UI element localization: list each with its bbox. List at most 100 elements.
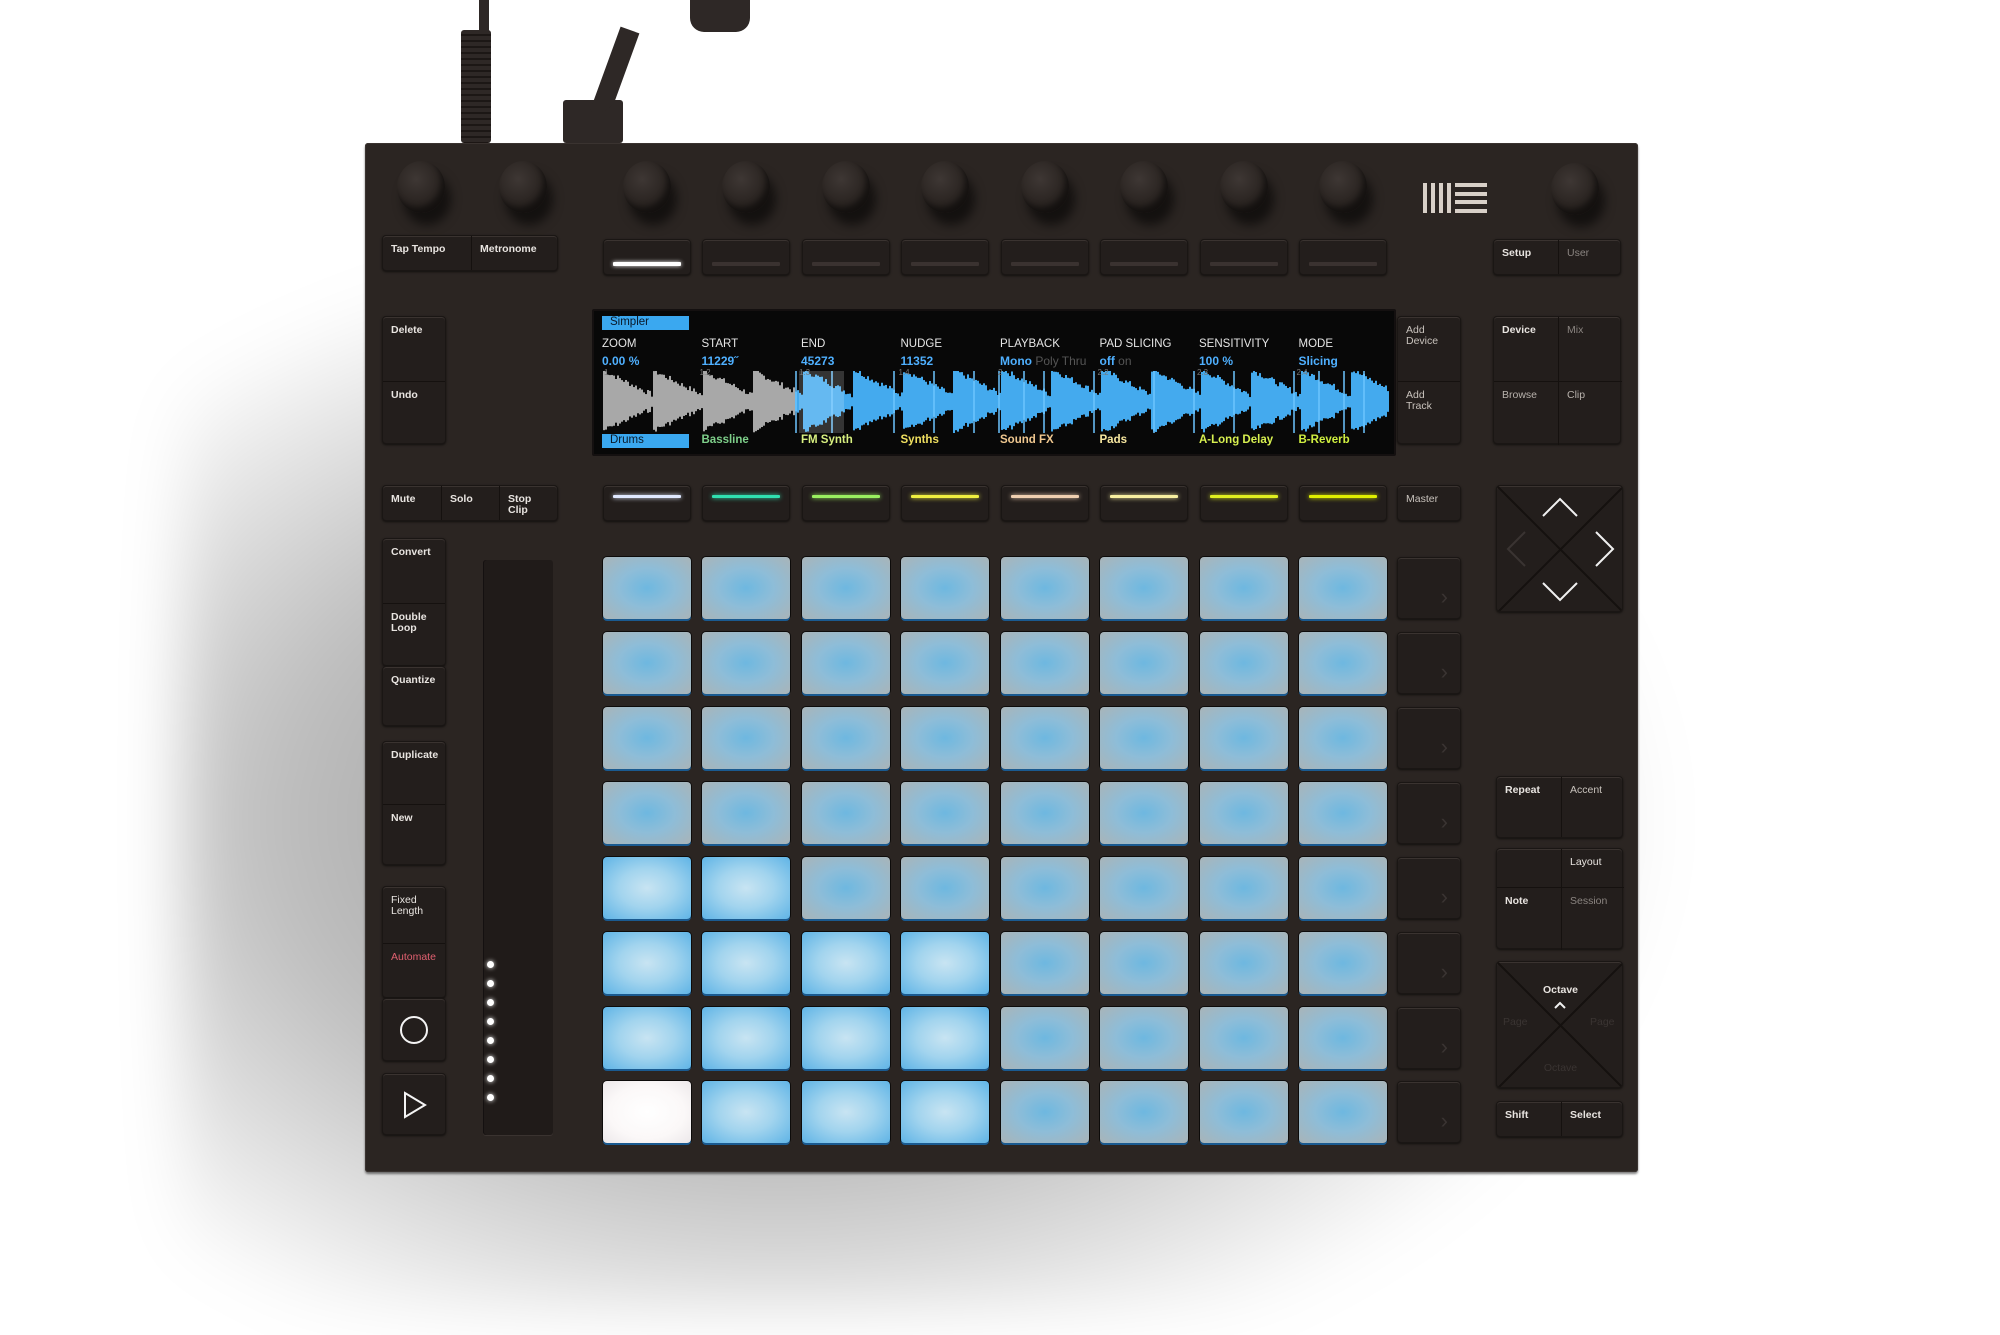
pad-r1-c1[interactable]: [603, 557, 691, 619]
tempo-knob[interactable]: [397, 161, 445, 213]
pad-r5-c4[interactable]: [901, 857, 989, 919]
pad-r2-c7[interactable]: [1200, 632, 1288, 694]
double-loop-button[interactable]: Double Loop: [383, 603, 445, 667]
upper-select-button-8[interactable]: [1299, 239, 1387, 275]
track-select-button-7[interactable]: [1200, 485, 1288, 521]
encoder-knob-5[interactable]: [1021, 161, 1069, 213]
scene-launch-button-6[interactable]: ›: [1397, 932, 1461, 994]
pad-r7-c1[interactable]: [603, 1007, 691, 1069]
scene-launch-button-8[interactable]: ›: [1397, 1081, 1461, 1143]
add-track-button[interactable]: Add Track: [1398, 381, 1460, 445]
pad-r8-c5[interactable]: [1001, 1081, 1089, 1143]
master-volume-knob[interactable]: [1551, 163, 1599, 215]
pad-r2-c5[interactable]: [1001, 632, 1089, 694]
page-right-button[interactable]: Page: [1574, 1002, 1622, 1049]
upper-select-button-2[interactable]: [702, 239, 790, 275]
pad-r1-c5[interactable]: [1001, 557, 1089, 619]
encoder-knob-6[interactable]: [1120, 161, 1168, 213]
track-select-button-3[interactable]: [802, 485, 890, 521]
pad-r6-c6[interactable]: [1100, 932, 1188, 994]
pad-r3-c1[interactable]: [603, 707, 691, 769]
pad-r5-c6[interactable]: [1100, 857, 1188, 919]
session-button[interactable]: Session: [1561, 887, 1624, 950]
setup-button[interactable]: Setup: [1494, 240, 1558, 274]
encoder-knob-1[interactable]: [623, 161, 671, 213]
stop-clip-button[interactable]: Stop Clip: [499, 486, 559, 520]
pad-r2-c4[interactable]: [901, 632, 989, 694]
pad-r2-c3[interactable]: [802, 632, 890, 694]
mute-button[interactable]: Mute: [383, 486, 441, 520]
device-button[interactable]: Device: [1494, 317, 1558, 381]
encoder-knob-8[interactable]: [1319, 161, 1367, 213]
pad-r8-c1[interactable]: [603, 1081, 691, 1143]
pad-r5-c2[interactable]: [702, 857, 790, 919]
pad-r7-c3[interactable]: [802, 1007, 890, 1069]
pad-r1-c6[interactable]: [1100, 557, 1188, 619]
upper-select-button-4[interactable]: [901, 239, 989, 275]
pad-r7-c4[interactable]: [901, 1007, 989, 1069]
record-button[interactable]: [382, 998, 446, 1061]
scene-launch-button-1[interactable]: ›: [1397, 557, 1461, 619]
add-device-button[interactable]: Add Device: [1398, 317, 1460, 381]
pad-r4-c1[interactable]: [603, 782, 691, 844]
pad-r3-c6[interactable]: [1100, 707, 1188, 769]
pad-r3-c4[interactable]: [901, 707, 989, 769]
duplicate-button[interactable]: Duplicate: [383, 742, 445, 804]
user-button[interactable]: User: [1558, 240, 1622, 274]
pad-r3-c3[interactable]: [802, 707, 890, 769]
select-button[interactable]: Select: [1561, 1102, 1624, 1136]
upper-select-button-7[interactable]: [1200, 239, 1288, 275]
undo-button[interactable]: Undo: [383, 381, 445, 445]
pad-r3-c7[interactable]: [1200, 707, 1288, 769]
layout-button[interactable]: Layout: [1561, 849, 1624, 887]
track-tab-selected[interactable]: Drums: [602, 434, 689, 448]
play-button[interactable]: [382, 1073, 446, 1135]
pad-r7-c2[interactable]: [702, 1007, 790, 1069]
quantize-button[interactable]: Quantize: [382, 666, 446, 726]
master-button[interactable]: Master: [1397, 485, 1461, 521]
pad-r7-c6[interactable]: [1100, 1007, 1188, 1069]
convert-button[interactable]: Convert: [383, 539, 445, 603]
blank-button[interactable]: [1497, 849, 1561, 887]
delete-button[interactable]: Delete: [383, 317, 445, 381]
new-button[interactable]: New: [383, 804, 445, 866]
pad-r3-c8[interactable]: [1299, 707, 1387, 769]
pad-r3-c2[interactable]: [702, 707, 790, 769]
scene-launch-button-5[interactable]: ›: [1397, 857, 1461, 919]
pad-r8-c7[interactable]: [1200, 1081, 1288, 1143]
pad-r6-c2[interactable]: [702, 932, 790, 994]
metronome-button[interactable]: Metronome: [471, 236, 559, 270]
pad-r4-c8[interactable]: [1299, 782, 1387, 844]
pad-r7-c5[interactable]: [1001, 1007, 1089, 1069]
pad-r6-c7[interactable]: [1200, 932, 1288, 994]
nav-right-button[interactable]: [1584, 526, 1622, 573]
pad-r2-c8[interactable]: [1299, 632, 1387, 694]
scene-launch-button-7[interactable]: ›: [1397, 1007, 1461, 1069]
pad-r1-c4[interactable]: [901, 557, 989, 619]
repeat-button[interactable]: Repeat: [1497, 777, 1561, 837]
pad-r2-c6[interactable]: [1100, 632, 1188, 694]
upper-select-button-1[interactable]: [603, 239, 691, 275]
shift-button[interactable]: Shift: [1497, 1102, 1561, 1136]
pad-r5-c1[interactable]: [603, 857, 691, 919]
scene-launch-button-3[interactable]: ›: [1397, 707, 1461, 769]
tap-tempo-button[interactable]: Tap Tempo: [383, 236, 471, 270]
pad-r4-c4[interactable]: [901, 782, 989, 844]
pad-r5-c7[interactable]: [1200, 857, 1288, 919]
pad-r8-c2[interactable]: [702, 1081, 790, 1143]
scene-launch-button-2[interactable]: ›: [1397, 632, 1461, 694]
encoder-knob-4[interactable]: [921, 161, 969, 213]
track-select-button-1[interactable]: [603, 485, 691, 521]
nav-left-button[interactable]: [1497, 526, 1537, 573]
pad-r6-c3[interactable]: [802, 932, 890, 994]
pad-r4-c2[interactable]: [702, 782, 790, 844]
mix-button[interactable]: Mix: [1558, 317, 1622, 381]
pad-r5-c5[interactable]: [1001, 857, 1089, 919]
pad-r3-c5[interactable]: [1001, 707, 1089, 769]
pad-r1-c2[interactable]: [702, 557, 790, 619]
upper-select-button-3[interactable]: [802, 239, 890, 275]
encoder-knob-2[interactable]: [722, 161, 770, 213]
accent-button[interactable]: Accent: [1561, 777, 1624, 837]
pad-r7-c8[interactable]: [1299, 1007, 1387, 1069]
pad-r6-c1[interactable]: [603, 932, 691, 994]
